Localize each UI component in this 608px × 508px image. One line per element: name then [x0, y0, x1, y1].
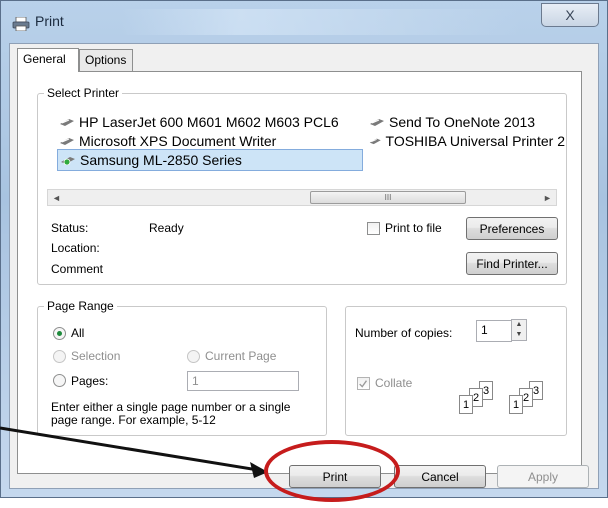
default-printer-icon: [61, 157, 75, 165]
radio-current-page-label: Current Page: [205, 349, 277, 363]
printer-item-samsung-selected[interactable]: Samsung ML-2850 Series: [57, 149, 363, 171]
number-of-copies-label: Number of copies:: [355, 326, 453, 340]
printer-icon: [60, 138, 74, 145]
close-button[interactable]: X: [541, 3, 599, 27]
radio-current-page[interactable]: [187, 350, 200, 363]
radio-pages[interactable]: [53, 374, 66, 387]
printer-name: TOSHIBA Universal Printer 2: [385, 133, 565, 149]
comment-label: Comment: [51, 262, 104, 276]
printer-name: Microsoft XPS Document Writer: [79, 133, 277, 149]
printer-name: Send To OneNote 2013: [389, 114, 536, 130]
printer-list-scrollbar[interactable]: ◄ III ►: [47, 189, 557, 206]
printer-icon: [12, 17, 30, 31]
collate-pages-icon: 3 2 1: [457, 381, 509, 419]
page-1: 1: [509, 395, 523, 414]
print-dialog-window: Print X General Options Select Printer H…: [0, 0, 608, 498]
printer-item-toshiba[interactable]: TOSHIBA Universal Printer 2: [369, 132, 565, 150]
copies-input[interactable]: 1: [476, 320, 512, 342]
printer-item-hp-laserjet[interactable]: HP LaserJet 600 M601 M602 M603 PCL6: [59, 113, 339, 131]
cancel-button-label: Cancel: [421, 469, 459, 484]
spin-down-icon[interactable]: ▼: [512, 330, 526, 340]
radio-all-label: All: [71, 326, 85, 340]
scroll-left-icon[interactable]: ◄: [48, 190, 65, 205]
copies-spinner[interactable]: ▲ ▼: [511, 319, 527, 341]
collate-checkbox[interactable]: [357, 377, 370, 390]
close-icon: X: [565, 7, 575, 23]
printer-name: HP LaserJet 600 M601 M602 M603 PCL6: [79, 114, 339, 130]
printer-name: Samsung ML-2850 Series: [80, 152, 242, 168]
printer-icon: [370, 119, 384, 126]
status-value: Ready: [149, 221, 184, 235]
printer-item-send-to-onenote[interactable]: Send To OneNote 2013: [369, 113, 535, 131]
print-to-file-label: Print to file: [385, 221, 442, 235]
location-label: Location:: [51, 241, 100, 255]
cancel-button[interactable]: Cancel: [394, 465, 486, 488]
select-printer-label: Select Printer: [44, 86, 123, 100]
scroll-right-icon[interactable]: ►: [539, 190, 556, 205]
find-printer-button[interactable]: Find Printer...: [466, 252, 558, 275]
tab-general[interactable]: General: [17, 48, 79, 72]
radio-all[interactable]: [53, 327, 66, 340]
collate-pages-icon: 3 2 1: [507, 381, 559, 419]
print-to-file-checkbox[interactable]: [367, 222, 380, 235]
annotation-circle: [264, 440, 400, 502]
scroll-thumb[interactable]: III: [310, 191, 466, 204]
title-bar: Print X: [1, 1, 607, 43]
apply-button-label: Apply: [527, 469, 559, 484]
tab-options-label: Options: [85, 53, 127, 67]
page-range-hint: Enter either a single page number or a s…: [51, 400, 291, 427]
printer-item-xps-writer[interactable]: Microsoft XPS Document Writer: [59, 132, 276, 150]
radio-selection-label: Selection: [71, 349, 121, 363]
preferences-button-label: Preferences: [479, 221, 545, 236]
find-printer-button-label: Find Printer...: [476, 256, 548, 271]
printer-icon: [60, 119, 74, 126]
collate-label: Collate: [375, 376, 413, 390]
pages-input[interactable]: 1: [187, 371, 299, 391]
window-title: Print: [35, 13, 64, 29]
apply-button[interactable]: Apply: [497, 465, 589, 488]
tab-options[interactable]: Options: [79, 49, 133, 71]
page-range-label: Page Range: [44, 299, 117, 313]
preferences-button[interactable]: Preferences: [466, 217, 558, 240]
printer-icon: [369, 138, 381, 145]
tab-general-label: General: [23, 52, 66, 66]
radio-selection[interactable]: [53, 350, 66, 363]
page-1: 1: [459, 395, 473, 414]
status-label: Status:: [51, 221, 89, 235]
spin-up-icon[interactable]: ▲: [512, 320, 526, 330]
checkmark-icon: [359, 380, 368, 388]
blurred-background-strip: [121, 9, 521, 35]
radio-pages-label: Pages:: [71, 374, 109, 388]
